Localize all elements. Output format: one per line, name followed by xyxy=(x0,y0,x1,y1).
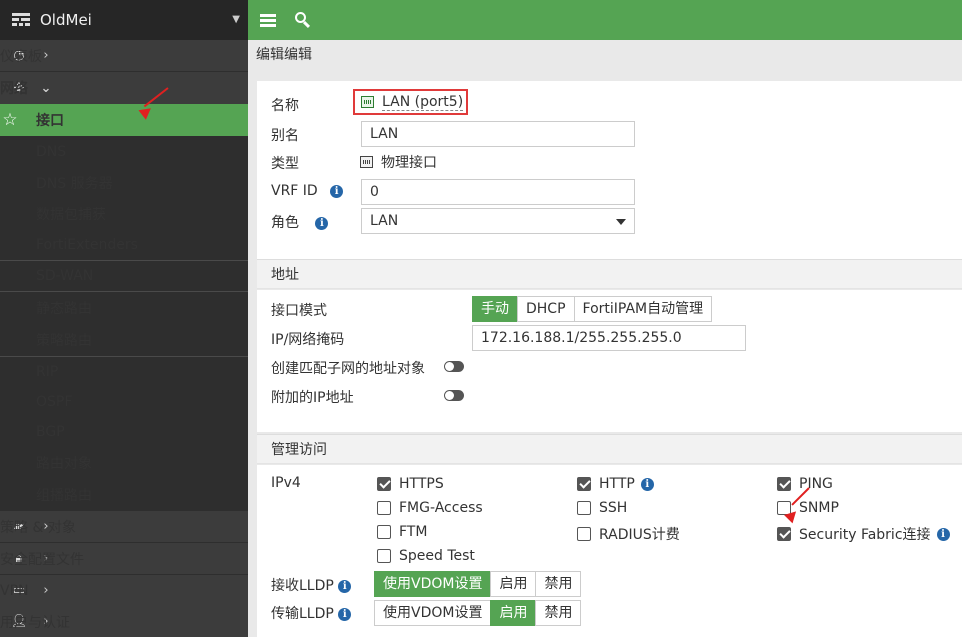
type-value: 物理接口 xyxy=(360,152,437,172)
fortinet-logo-icon xyxy=(12,13,30,27)
physical-port-icon xyxy=(360,156,373,168)
ipv4-label: IPv4 xyxy=(271,475,301,491)
info-icon[interactable]: i xyxy=(315,217,329,230)
receive-lldp-vdom-button[interactable]: 使用VDOM设置 xyxy=(374,571,492,597)
vrf-label: VRF ID i xyxy=(271,183,344,199)
info-icon[interactable]: i xyxy=(936,527,950,541)
sidebar-item-dns[interactable]: DNS xyxy=(0,136,248,167)
dropdown-caret-icon xyxy=(616,219,626,225)
info-icon[interactable]: i xyxy=(330,185,344,198)
sidebar-item-vpn[interactable]: ▭ VPN › xyxy=(0,575,248,606)
receive-lldp-disable-button[interactable]: 禁用 xyxy=(535,571,582,597)
speed-test-checkbox[interactable]: Speed Test xyxy=(377,548,481,564)
receive-lldp-enable-button[interactable]: 启用 xyxy=(490,571,537,597)
secondary-ip-label: 附加的IP地址 xyxy=(271,390,354,406)
mode-dhcp-button[interactable]: DHCP xyxy=(517,296,575,322)
fmg-access-checkbox[interactable]: FMG-Access xyxy=(377,500,489,516)
transmit-lldp-selector: 使用VDOM设置 启用 禁用 xyxy=(374,600,582,626)
addressing-mode-selector: 手动 DHCP FortiIPAM自动管理 xyxy=(472,296,713,322)
sidebar-item-dashboard[interactable]: ◔ 仪表板 › xyxy=(0,40,248,71)
ssh-checkbox[interactable]: SSH xyxy=(577,500,633,516)
https-checkbox[interactable]: HTTPS xyxy=(377,476,450,492)
ip-netmask-input[interactable]: 172.16.188.1/255.255.255.0 xyxy=(472,325,746,351)
mode-label: 接口模式 xyxy=(271,303,327,319)
transmit-lldp-enable-button[interactable]: 启用 xyxy=(490,600,537,626)
role-label: 角色 i xyxy=(271,212,329,232)
sidebar-item-dns-server[interactable]: DNS 服务器 xyxy=(0,167,248,198)
sidebar-item-ospf[interactable]: OSPF xyxy=(0,387,248,417)
sidebar-item-user-auth[interactable]: 👤︎ 用户与认证 › xyxy=(0,606,248,637)
transmit-lldp-label: 传输LLDP i xyxy=(271,603,352,623)
interface-name: LAN (port5) xyxy=(382,93,464,111)
main-content: 编辑编辑 名称 LAN (port5) 别名 LAN 类型 物理接口 VRF I… xyxy=(248,40,962,637)
sidebar-item-routing-objects[interactable]: 路由对象 xyxy=(0,447,248,479)
sidebar-item-policy-objects[interactable]: ▰ 策略 & 对象 › xyxy=(0,511,248,542)
receive-lldp-selector: 使用VDOM设置 启用 禁用 xyxy=(374,571,582,597)
sidebar-item-network[interactable]: ✥ 网络 ⌄ xyxy=(0,72,248,104)
info-icon[interactable]: i xyxy=(338,580,352,593)
sidebar-item-interfaces[interactable]: 接口 ☆ xyxy=(0,104,248,136)
sidebar-item-multicast[interactable]: 组播路由 xyxy=(0,479,248,511)
sidebar-item-fortiextenders[interactable]: FortiExtenders xyxy=(0,229,248,260)
sidebar-item-static-routes[interactable]: 静态路由 xyxy=(0,292,248,324)
top-bar xyxy=(248,0,962,40)
sidebar-header[interactable]: OldMei ▼ xyxy=(0,0,248,40)
secondary-ip-toggle[interactable] xyxy=(444,390,464,401)
name-label: 名称 xyxy=(271,98,299,114)
sidebar-item-rip[interactable]: RIP xyxy=(0,357,248,387)
interface-name-highlight: LAN (port5) xyxy=(353,89,468,115)
sidebar: OldMei ▼ ◔ 仪表板 › ✥ 网络 ⌄ 接口 ☆ DNS DNS 服务器… xyxy=(0,0,248,637)
security-fabric-checkbox[interactable]: Security Fabric连接 i xyxy=(777,524,950,544)
ip-label: IP/网络掩码 xyxy=(271,332,345,348)
transmit-lldp-vdom-button[interactable]: 使用VDOM设置 xyxy=(374,600,492,626)
sidebar-item-policy-routes[interactable]: 策略路由 xyxy=(0,324,248,356)
transmit-lldp-disable-button[interactable]: 禁用 xyxy=(535,600,582,626)
ftm-checkbox[interactable]: FTM xyxy=(377,524,433,540)
sidebar-item-bgp[interactable]: BGP xyxy=(0,417,248,447)
type-label: 类型 xyxy=(271,156,299,172)
alias-input[interactable]: LAN xyxy=(361,121,635,147)
vrf-id-input[interactable]: 0 xyxy=(361,179,635,205)
sidebar-item-packet-capture[interactable]: 数据包捕获 xyxy=(0,198,248,229)
sidebar-item-sd-wan[interactable]: SD-WAN xyxy=(0,261,248,291)
section-header-address: 地址 xyxy=(257,259,962,289)
create-address-object-label: 创建匹配子网的地址对象 xyxy=(271,361,425,377)
chevron-down-icon: ⌄ xyxy=(40,80,52,96)
port-icon xyxy=(361,96,374,108)
info-icon[interactable]: i xyxy=(338,608,352,621)
menu-icon[interactable] xyxy=(260,13,276,27)
mode-manual-button[interactable]: 手动 xyxy=(472,296,518,322)
radius-accounting-checkbox[interactable]: RADIUS计费 xyxy=(577,524,686,544)
http-checkbox[interactable]: HTTP i xyxy=(577,476,654,492)
receive-lldp-label: 接收LLDP i xyxy=(271,575,352,595)
page-title: 编辑编辑 xyxy=(256,47,312,63)
chevron-down-icon: ▼ xyxy=(232,14,240,25)
device-name: OldMei xyxy=(40,11,92,29)
info-icon[interactable]: i xyxy=(640,477,654,491)
section-header-admin-access: 管理访问 xyxy=(257,434,962,464)
alias-label: 别名 xyxy=(271,128,299,144)
role-select[interactable]: LAN xyxy=(361,208,635,234)
star-icon[interactable]: ☆ xyxy=(0,110,20,130)
create-address-object-toggle[interactable] xyxy=(444,361,464,372)
search-icon[interactable] xyxy=(294,11,312,29)
mode-fortiipam-button[interactable]: FortiIPAM自动管理 xyxy=(573,296,713,322)
sidebar-item-security-profiles[interactable]: 🔒︎ 安全配置文件 › xyxy=(0,543,248,574)
chevron-right-icon: › xyxy=(43,583,49,598)
